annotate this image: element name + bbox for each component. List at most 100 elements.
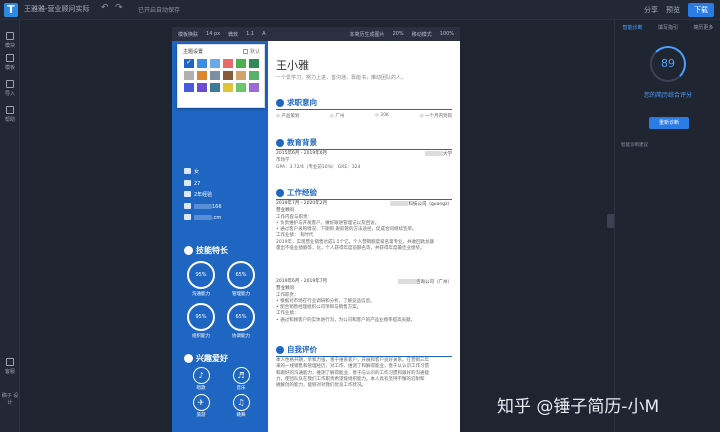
color-swatch[interactable]: [197, 59, 207, 68]
text-style-button[interactable]: A: [262, 31, 265, 37]
fit-width-button[interactable]: 100%: [440, 31, 454, 38]
color-swatch[interactable]: [184, 71, 194, 80]
color-swatch[interactable]: [249, 71, 259, 80]
undo-icon[interactable]: ↶: [101, 3, 109, 13]
watermark: 知乎 @锤子简历-小M: [497, 397, 660, 417]
music-icon: ♬: [232, 367, 250, 384]
skills-grid: 95% 沟通能力 65% 管理能力 95% 组织能力 65% 协调能力: [184, 261, 260, 339]
tab-guide[interactable]: 填写指引: [658, 24, 678, 31]
redo-icon[interactable]: ↷: [115, 3, 123, 13]
font-family-select[interactable]: 微软: [228, 31, 238, 38]
theme-color-panel: 主题设置 默认: [177, 44, 265, 108]
briefcase-icon: [184, 191, 191, 197]
template-icon: [6, 54, 14, 62]
education-heading: 教育背景: [276, 137, 452, 150]
rediagnose-button[interactable]: 重新诊断: [649, 117, 689, 129]
self-eval-heading: 自我评价: [276, 344, 452, 357]
color-swatch[interactable]: [184, 83, 194, 92]
hobbies-heading: 兴趣爱好: [184, 353, 228, 364]
education-block[interactable]: 2015年6月 - 2019年6月 大学 市场学 GPA：3.72/4（专业前10…: [276, 151, 452, 171]
sidebar-item-templates[interactable]: 模板: [0, 54, 20, 71]
sidebar-item-modules[interactable]: 模块: [0, 32, 20, 49]
font-size-select[interactable]: 14 px: [206, 31, 220, 37]
skill-item: 95% 沟通能力: [184, 261, 218, 297]
top-actions: 分享 预览 下载: [644, 3, 714, 17]
contact-list: 女 27 2年经验 166 .cm: [184, 167, 222, 225]
theme-menu[interactable]: 模板换肤: [178, 31, 198, 38]
sidebar-item-design[interactable]: 稿子 设计: [0, 392, 20, 406]
resume-left-column: 主题设置 默认 女 27 2年经验 166 .cm 技能特长 95%沟通能力 6…: [172, 41, 268, 432]
resume-page: 主题设置 默认 女 27 2年经验 166 .cm 技能特长 95%沟通能力 6…: [172, 41, 460, 432]
briefcase-icon: [276, 188, 284, 197]
color-swatch[interactable]: [210, 83, 220, 92]
score-label: 您的简历综合评分: [643, 92, 692, 99]
export-image-button[interactable]: 本简历生成图片: [350, 31, 385, 38]
email-icon: [184, 214, 191, 220]
document-title[interactable]: 王雅雅-营业顾问实际: [24, 4, 90, 14]
skills-heading: 技能特长: [184, 245, 228, 256]
tab-smart-diagnosis[interactable]: 智能诊断: [623, 24, 643, 31]
hobby-item: ♪ 唱歌: [184, 367, 218, 391]
sidebar-item-help[interactable]: 帮助: [0, 106, 20, 123]
theme-panel-title: 主题设置: [183, 49, 204, 55]
line-height-select[interactable]: 1.1: [246, 31, 254, 37]
age-icon: [184, 179, 191, 186]
share-button[interactable]: 分享: [644, 5, 658, 15]
panel-tabs: 智能诊断 填写指引 简历更多: [615, 24, 720, 31]
preview-button[interactable]: 预览: [666, 5, 680, 15]
color-swatch[interactable]: [223, 59, 233, 68]
job-intent-row[interactable]: 产品策划广州20K一个月内到岗: [276, 113, 452, 119]
top-bar: T 王雅雅-营业顾问实际 ↶ ↷ 已开启自动保存 分享 预览 下载: [0, 0, 720, 20]
sidebar-item-service[interactable]: 客服: [0, 358, 20, 375]
color-swatch[interactable]: [236, 59, 246, 68]
contact-experience: 2年经验: [184, 190, 222, 202]
work-heading: 工作经验: [276, 187, 452, 200]
color-swatch[interactable]: [223, 83, 233, 92]
download-button[interactable]: 下载: [688, 3, 714, 17]
contact-phone: 166: [184, 202, 222, 214]
left-sidebar: 模块 模板 导入 帮助 客服 稿子 设计: [0, 20, 20, 432]
mobile-mode-button[interactable]: 移动模式: [412, 31, 432, 38]
color-swatch[interactable]: [210, 71, 220, 80]
color-swatch[interactable]: [249, 83, 259, 92]
sidebar-item-import[interactable]: 导入: [0, 80, 20, 97]
modules-icon: [6, 32, 14, 40]
color-swatch[interactable]: [236, 83, 246, 92]
hobbies-grid: ♪ 唱歌 ♬ 音乐 ✈ 旅游 ♫ 跳舞: [184, 367, 260, 418]
color-swatch[interactable]: [236, 71, 246, 80]
contact-gender: 女: [184, 167, 222, 179]
self-eval-block[interactable]: 本人性格开朗，亲和力强，善于维系客户，开展和客户良好关系。在营销三年 来的一线销…: [276, 358, 452, 389]
right-panel: 智能诊断 填写指引 简历更多 89 您的简历综合评分 重新诊断 智能诊断建议: [614, 20, 720, 432]
logo-icon[interactable]: T: [4, 3, 18, 17]
color-swatch[interactable]: [197, 83, 207, 92]
chat-icon: [6, 358, 14, 366]
color-swatch[interactable]: [249, 59, 259, 68]
panel-collapse-handle[interactable]: [607, 214, 614, 228]
graduation-icon: [276, 138, 284, 147]
color-swatch[interactable]: [197, 71, 207, 80]
target-icon: [276, 98, 284, 107]
resume-motto[interactable]: 一个爱学习，努力上进，善沟通，靠能书，推动团队的人。: [276, 74, 406, 81]
contact-age: 27: [184, 179, 222, 191]
resume-right-column: 王小雅 一个爱学习，努力上进，善沟通，靠能书，推动团队的人。 求职意向 产品策划…: [268, 41, 460, 432]
contact-email: .cm: [184, 213, 222, 225]
color-swatch[interactable]: [184, 58, 194, 68]
intent-heading: 求职意向: [276, 97, 452, 110]
color-swatch[interactable]: [223, 71, 233, 80]
zoom-level[interactable]: 20%: [393, 31, 404, 38]
hobby-item: ✈ 旅游: [184, 394, 218, 418]
import-icon: [6, 80, 14, 88]
default-color-checkbox[interactable]: 默认: [242, 48, 260, 55]
color-swatch[interactable]: [210, 59, 220, 68]
color-swatches: [184, 58, 260, 92]
hobby-item: ♫ 跳舞: [224, 394, 258, 418]
dance-icon: ♫: [232, 394, 250, 411]
travel-icon: ✈: [192, 394, 210, 411]
hobby-item: ♬ 音乐: [224, 367, 258, 391]
resume-name[interactable]: 王小雅: [276, 57, 309, 73]
job-block-2[interactable]: 2019年6月 - 2019年7月 咨询公司（广州） 营业顾问 工作职责： • 根…: [276, 279, 452, 324]
job-block-1[interactable]: 2019年7月 - 2020年2月 科技公司（guangz） 营业顾问 工作内容与…: [276, 201, 452, 252]
heart-icon: [184, 354, 193, 363]
tab-more[interactable]: 简历更多: [693, 24, 713, 31]
skill-item: 95% 组织能力: [184, 303, 218, 339]
